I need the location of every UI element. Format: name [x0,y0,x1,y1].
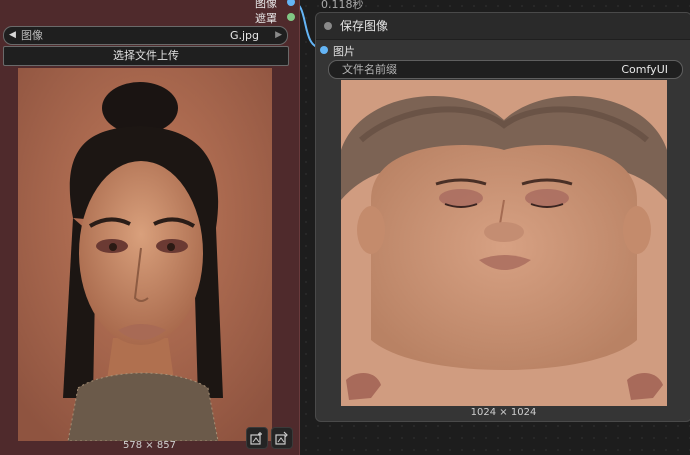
open-image-button[interactable] [271,427,293,449]
image-edit-icon [275,431,288,445]
open-mask-editor-button[interactable] [246,427,268,449]
output-slot-mask[interactable] [287,13,295,21]
image-select-widget[interactable]: ◀ 图像 G.jpg ▶ [3,26,288,45]
prefix-widget-value: ComfyUI [621,63,668,76]
image-widget-value: G.jpg [229,29,259,42]
output-image-dimensions: 1024 × 1024 [470,407,537,418]
execution-time: 0.118秒 [321,0,364,11]
output-image-preview [341,80,667,406]
save-node-header[interactable]: 保存图像 [316,13,690,40]
load-image-node[interactable]: 图像 遮罩 ◀ 图像 G.jpg ▶ 选择文件上传 578 × 857 [0,0,300,455]
input-label-images: 图片 [333,45,355,58]
input-slot-images[interactable] [320,46,328,54]
save-node-title: 保存图像 [340,19,389,33]
save-image-node[interactable]: 保存图像 图片 文件名前缀 ComfyUI 1024 × 1024 [315,12,690,422]
prefix-widget-name: 文件名前缀 [342,63,397,76]
output-label-mask: 遮罩 [255,12,277,25]
input-image-preview [18,68,272,441]
mask-editor-icon [250,432,262,445]
collapse-dot-icon[interactable] [324,22,332,30]
prev-arrow-icon[interactable]: ◀ [9,27,16,44]
output-slot-image[interactable] [287,0,295,6]
filename-prefix-field[interactable]: 文件名前缀 ComfyUI [328,60,683,79]
image-widget-name: 图像 [21,29,43,42]
next-arrow-icon[interactable]: ▶ [275,27,282,44]
upload-file-button[interactable]: 选择文件上传 [3,46,289,66]
